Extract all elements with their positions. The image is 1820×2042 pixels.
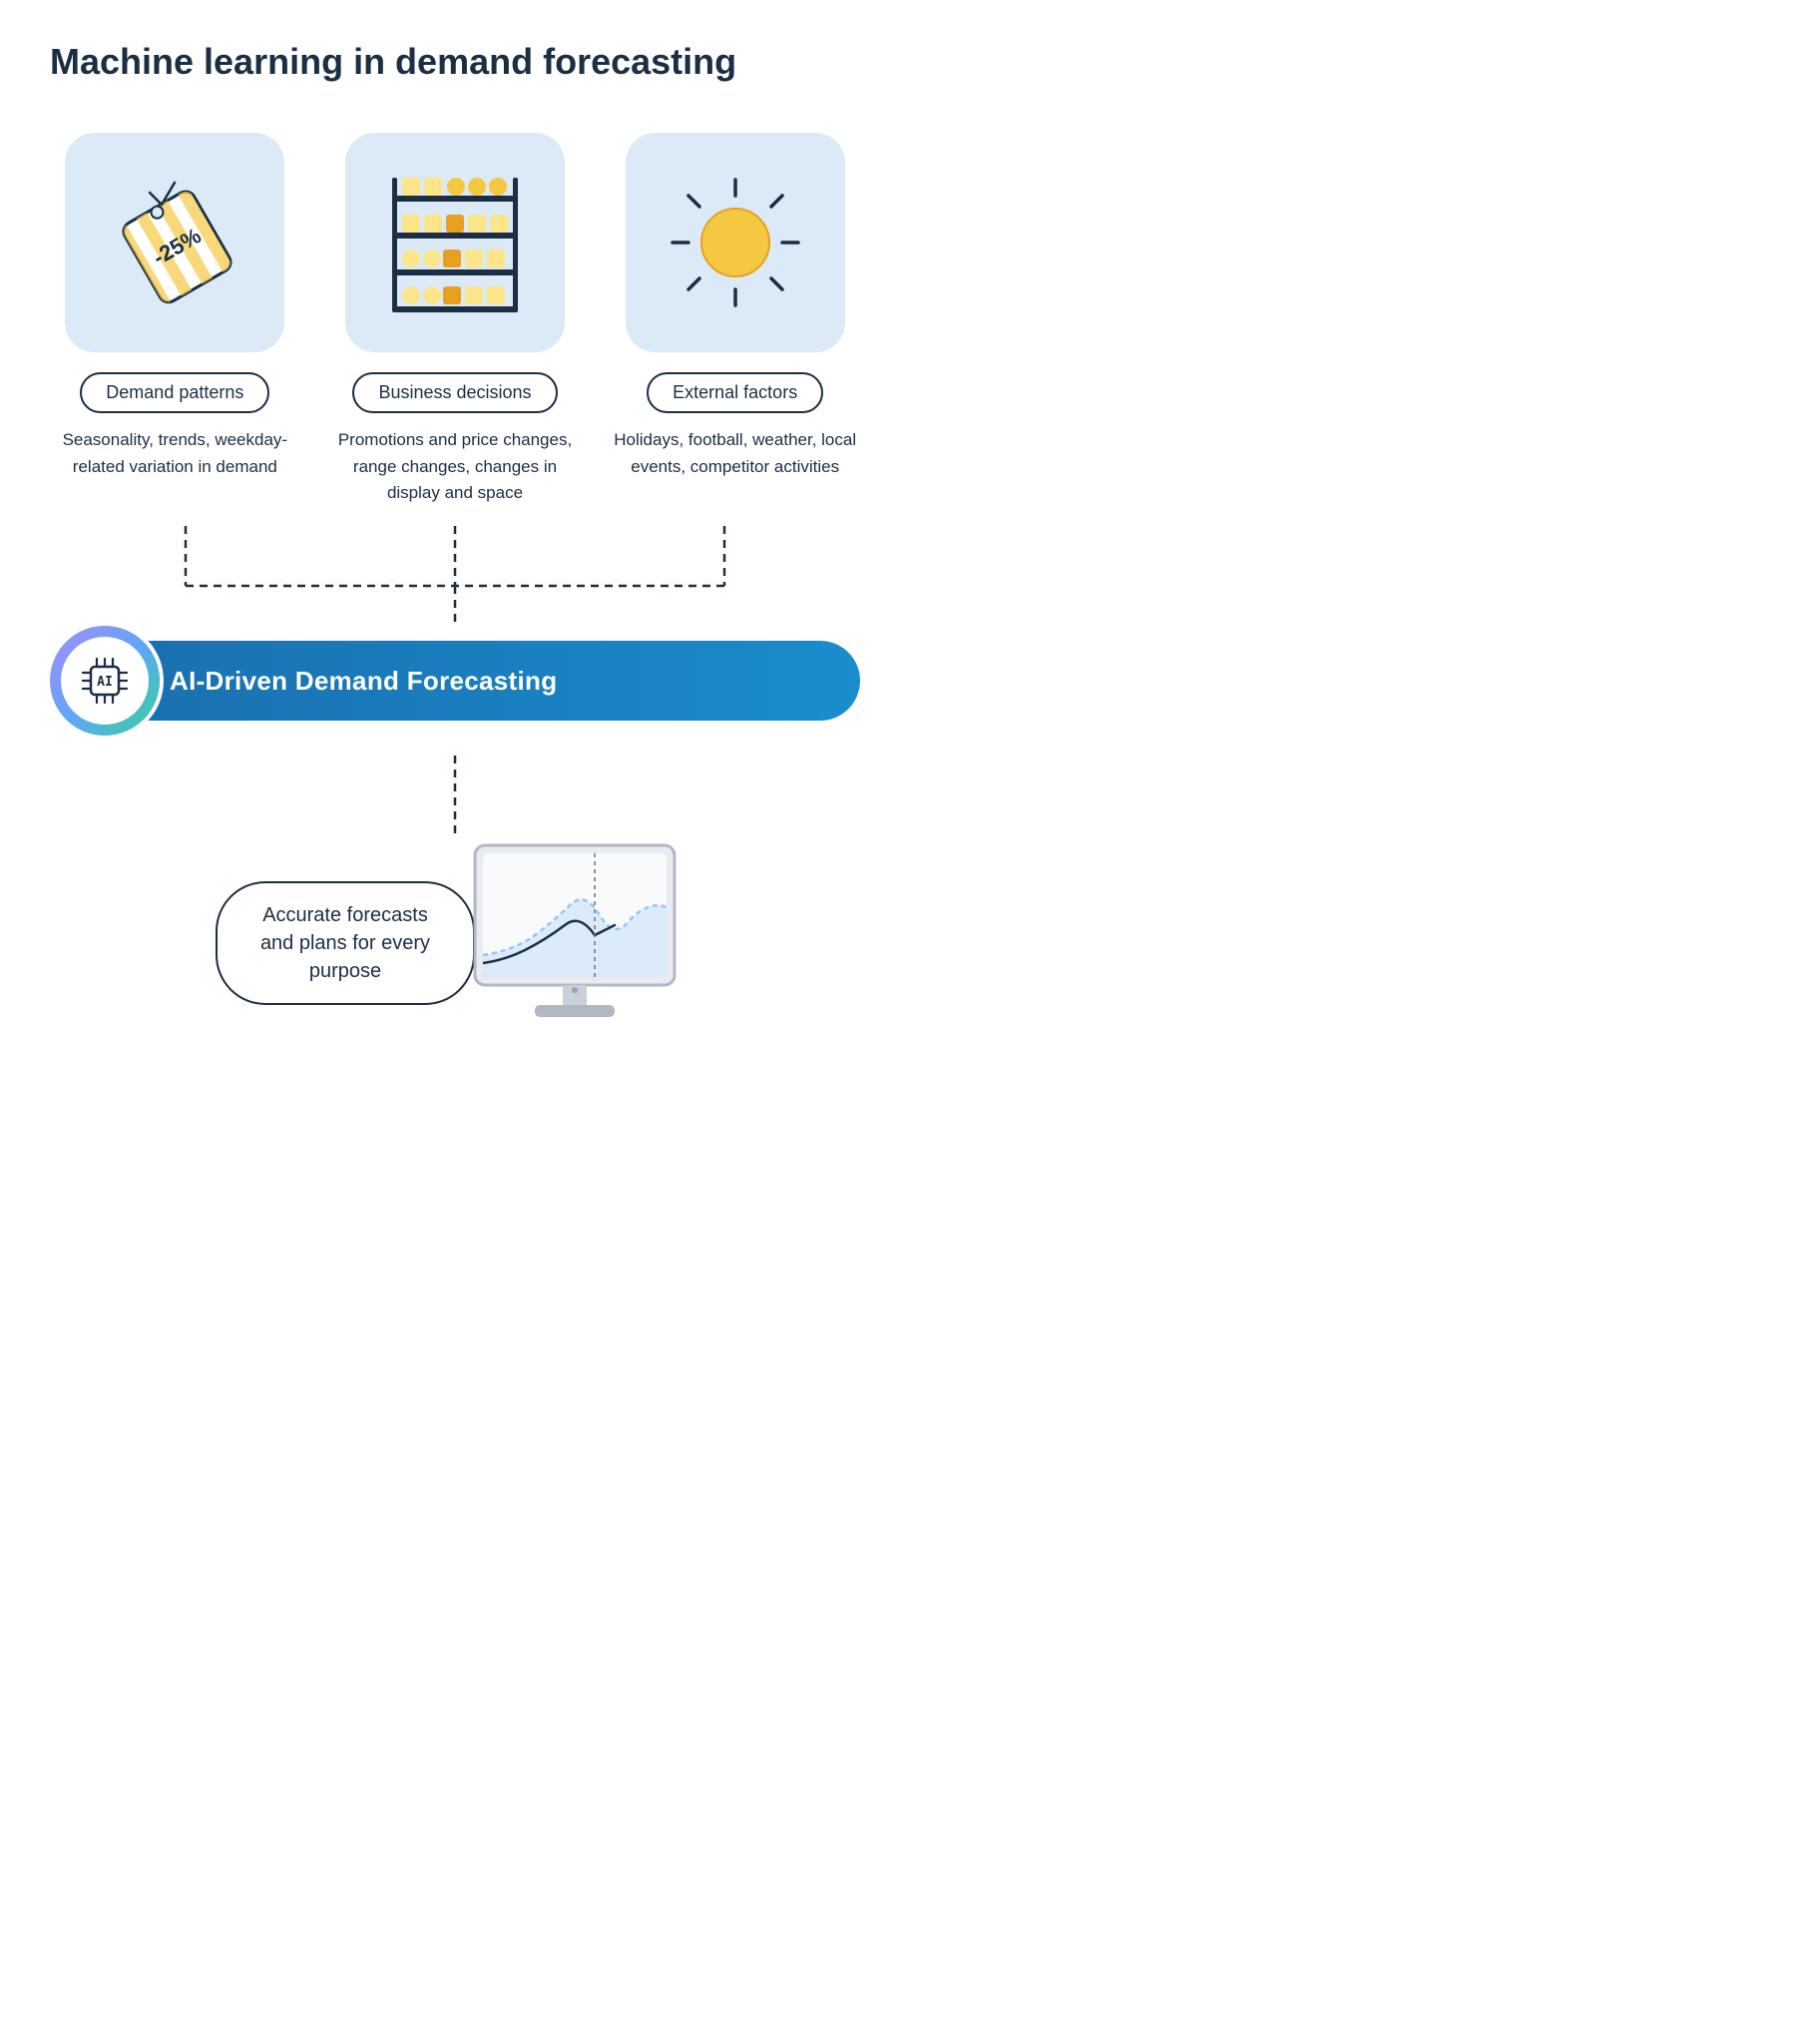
page-title: Machine learning in demand forecasting bbox=[50, 40, 860, 83]
business-decisions-icon-box bbox=[345, 133, 565, 352]
connector-svg-top bbox=[50, 526, 860, 626]
external-factors-badge: External factors bbox=[647, 372, 823, 413]
ai-banner-section: AI AI-Driven Demand Forecasting bbox=[50, 626, 860, 736]
shelves-icon bbox=[380, 168, 530, 317]
card-business-decisions: Business decisions Promotions and price … bbox=[330, 133, 581, 506]
ai-circle: AI bbox=[50, 626, 160, 736]
card-external-factors: External factors Holidays, football, wea… bbox=[610, 133, 860, 506]
forecast-badge: Accurate forecasts and plans for every p… bbox=[216, 881, 475, 1005]
ai-chip-icon: AI bbox=[75, 651, 135, 711]
business-decisions-desc: Promotions and price changes, range chan… bbox=[330, 427, 581, 506]
output-section: Accurate forecasts and plans for every p… bbox=[50, 835, 860, 1050]
demand-patterns-icon-box: -25% bbox=[65, 133, 284, 352]
business-decisions-badge: Business decisions bbox=[352, 372, 557, 413]
svg-text:AI: AI bbox=[97, 675, 113, 690]
monitor-wrap bbox=[455, 835, 694, 1050]
external-factors-icon-box bbox=[626, 133, 845, 352]
ai-banner: AI-Driven Demand Forecasting bbox=[110, 641, 860, 721]
ai-banner-title: AI-Driven Demand Forecasting bbox=[170, 666, 557, 697]
demand-patterns-badge: Demand patterns bbox=[80, 372, 269, 413]
external-factors-desc: Holidays, football, weather, local event… bbox=[610, 427, 860, 480]
monitor-icon bbox=[455, 835, 694, 1045]
price-tag-icon: -25% bbox=[110, 173, 239, 312]
connector-svg-bottom bbox=[405, 756, 505, 835]
connector-lines-bottom bbox=[50, 756, 860, 835]
ai-inner-circle: AI bbox=[61, 637, 149, 725]
cards-section: -25% Demand patterns Seasonality, trends… bbox=[50, 133, 860, 506]
connector-lines-top bbox=[50, 526, 860, 626]
card-demand-patterns: -25% Demand patterns Seasonality, trends… bbox=[50, 133, 300, 506]
sun-icon bbox=[661, 168, 810, 317]
demand-patterns-desc: Seasonality, trends, weekday-related var… bbox=[50, 427, 300, 480]
